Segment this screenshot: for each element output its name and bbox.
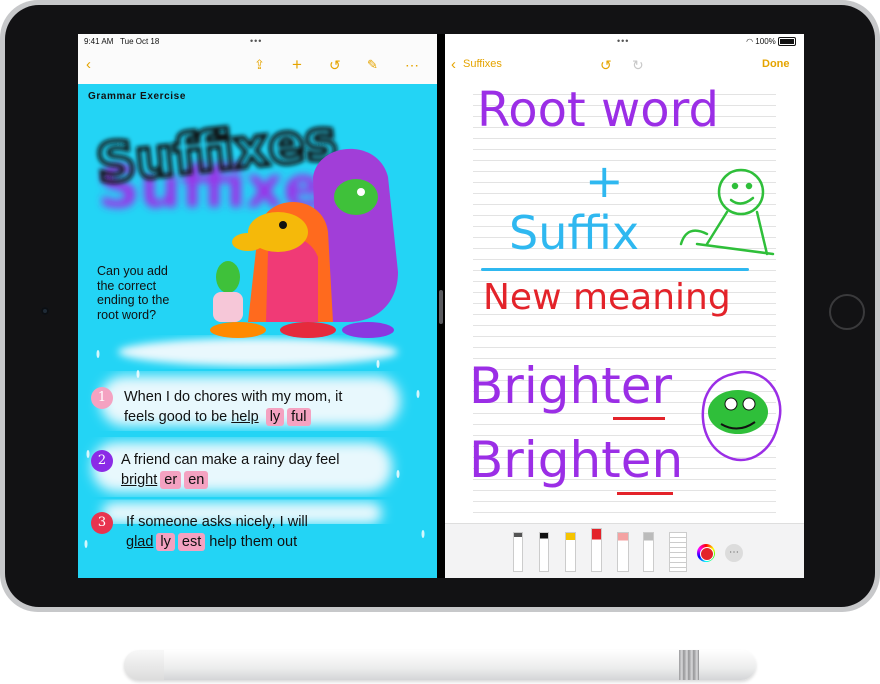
handwriting-brighten: Brighten xyxy=(469,431,684,489)
handwriting-plus: + xyxy=(585,154,624,208)
add-icon[interactable]: + xyxy=(292,54,302,76)
wifi-icon: ◠ xyxy=(746,37,754,46)
right-toolbar: ••• ◠ 100% ‹ Suffixes ↺ ↻ Done xyxy=(445,34,804,84)
underline-en xyxy=(617,492,673,495)
handwriting-brighter: Brighter xyxy=(469,357,673,415)
ruler-tool[interactable] xyxy=(669,532,687,572)
left-pane-notes: 9:41 AM Tue Oct 18 ••• ‹ ⇪ + ↺ ✎ ⋯ Gramm… xyxy=(78,34,437,578)
pen-tool[interactable] xyxy=(513,532,523,572)
pencil-band xyxy=(679,650,699,680)
more-icon[interactable]: ⋯ xyxy=(405,54,419,76)
markup-pen-icon[interactable]: ✎ xyxy=(367,54,378,76)
eraser-tool[interactable] xyxy=(617,532,629,572)
crayon-tool[interactable] xyxy=(591,528,602,572)
raindrops-decoration xyxy=(84,350,425,548)
back-label[interactable]: Suffixes xyxy=(463,58,502,70)
right-pane-notes: ••• ◠ 100% ‹ Suffixes ↺ ↻ Done Root word… xyxy=(445,34,804,578)
underline-er xyxy=(613,417,665,420)
multitask-dots-icon-right[interactable]: ••• xyxy=(617,36,629,46)
color-picker[interactable] xyxy=(697,544,715,562)
back-chevron-icon[interactable]: ‹ xyxy=(451,54,456,76)
green-face xyxy=(334,179,378,215)
front-camera xyxy=(41,307,49,315)
done-button[interactable]: Done xyxy=(762,58,790,70)
left-toolbar: 9:41 AM Tue Oct 18 ••• ‹ ⇪ + ↺ ✎ ⋯ xyxy=(78,34,437,84)
apple-pencil xyxy=(124,650,756,680)
battery-icon xyxy=(778,37,796,47)
home-button[interactable] xyxy=(829,294,865,330)
more-icon[interactable]: ⋯ xyxy=(725,544,743,562)
redo-icon[interactable]: ↻ xyxy=(632,54,644,76)
status-time: 9:41 AM Tue Oct 18 xyxy=(84,37,160,46)
handwriting-suffix: Suffix xyxy=(509,206,640,260)
split-view-divider[interactable] xyxy=(439,290,443,324)
status-battery: ◠ 100% xyxy=(746,37,796,47)
turtle-doodle xyxy=(679,168,775,256)
undo-icon[interactable]: ↺ xyxy=(600,54,612,76)
highlighter-tool[interactable] xyxy=(565,532,576,572)
multitask-dots-icon[interactable]: ••• xyxy=(250,36,262,46)
lasso-tool[interactable] xyxy=(643,532,654,572)
ipad-device: 9:41 AM Tue Oct 18 ••• ‹ ⇪ + ↺ ✎ ⋯ Gramm… xyxy=(0,0,880,612)
divider-stroke xyxy=(481,268,749,271)
screen: 9:41 AM Tue Oct 18 ••• ‹ ⇪ + ↺ ✎ ⋯ Gramm… xyxy=(78,34,804,578)
pencil-tip xyxy=(124,650,164,680)
markup-tool-palette: ⋯ xyxy=(445,523,804,578)
undo-icon[interactable]: ↺ xyxy=(329,54,341,76)
question-text: Can you add the correct ending to the ro… xyxy=(97,264,170,322)
handwriting-new-meaning: New meaning xyxy=(483,277,731,318)
face-doodle xyxy=(701,370,782,462)
marker-tool[interactable] xyxy=(539,532,549,572)
share-icon[interactable]: ⇪ xyxy=(254,54,265,76)
handwriting-root-word: Root word xyxy=(477,82,719,138)
back-chevron-icon[interactable]: ‹ xyxy=(86,54,91,76)
